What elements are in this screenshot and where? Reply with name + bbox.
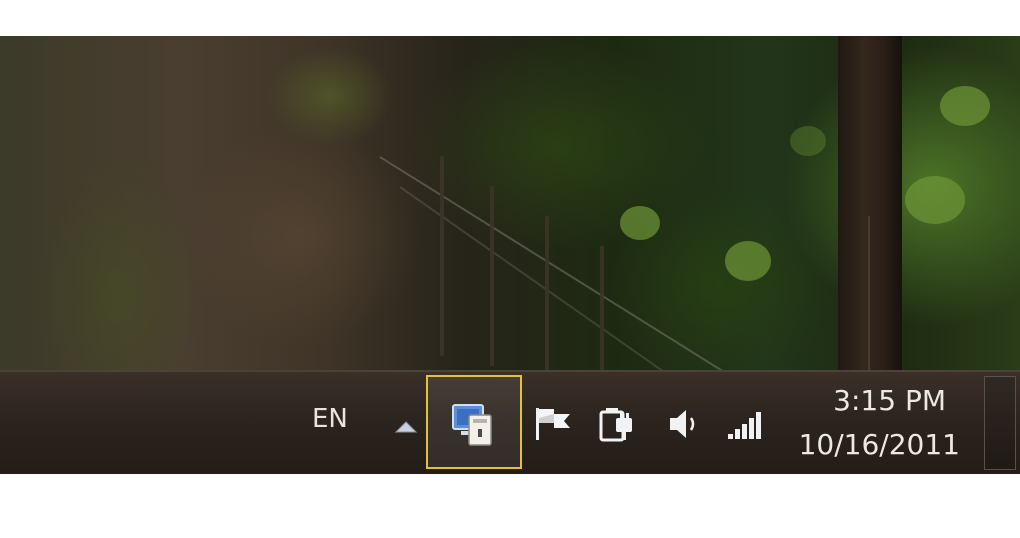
volume-button[interactable] — [664, 404, 708, 444]
vine-leaf — [790, 126, 826, 156]
system-clock[interactable]: 3:15 PM 10/16/2011 — [796, 382, 972, 468]
speaker-volume-icon — [670, 410, 695, 438]
desktop-wallpaper — [0, 36, 1020, 370]
tree-bark-line — [868, 216, 870, 370]
signal-strength-icon — [728, 412, 761, 439]
screen: EN 3:15 PM 10/16/2011 — [0, 0, 1020, 538]
fence-post — [545, 216, 549, 370]
vine-leaf — [905, 176, 965, 224]
show-hidden-icons-button[interactable] — [393, 416, 419, 438]
chevron-up-icon — [394, 421, 418, 433]
language-indicator[interactable]: EN — [312, 402, 348, 436]
fence-wire — [399, 186, 712, 370]
clock-date: 10/16/2011 — [798, 428, 960, 461]
fence-wire — [379, 156, 737, 370]
highlighted-tray-icon[interactable] — [426, 375, 522, 469]
action-center-button[interactable] — [532, 404, 576, 444]
fence-post — [600, 246, 604, 370]
vine-leaf — [620, 206, 660, 240]
network-connections-icon — [452, 404, 492, 446]
network-button[interactable] — [724, 404, 768, 444]
fence-post — [440, 156, 444, 356]
tree-trunk — [838, 36, 902, 370]
fence-post — [490, 186, 494, 366]
vine-leaf — [940, 86, 990, 126]
vine-leaf — [725, 241, 771, 281]
clock-time: 3:15 PM — [833, 384, 946, 417]
taskbar: EN 3:15 PM 10/16/2011 — [0, 370, 1020, 474]
power-status-button[interactable] — [596, 404, 640, 444]
power-plug-icon — [599, 408, 632, 442]
action-center-flag-icon — [536, 408, 570, 440]
show-desktop-button[interactable] — [984, 376, 1016, 470]
